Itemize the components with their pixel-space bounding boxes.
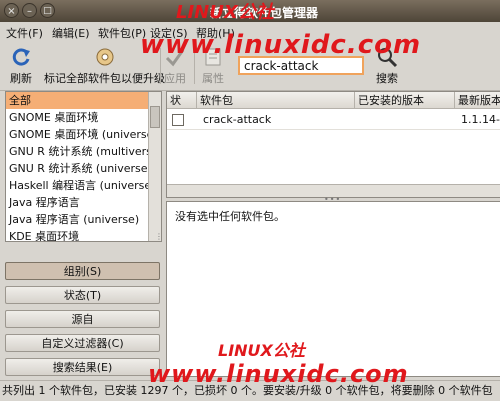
properties-label: 属性 [202,72,224,85]
package-checkbox[interactable] [172,114,184,126]
column-header-status[interactable]: 状 [167,92,197,109]
table-row[interactable]: crack-attack 1.1.14- [167,110,500,130]
pane-grip-icon[interactable]: ⋮ [155,232,164,241]
category-item[interactable]: GNOME 桌面环境 (universe) [6,126,149,143]
menu-package[interactable]: 软件包(P) [98,25,146,41]
upgrade-package-icon [96,48,113,66]
category-item[interactable]: GNU R 统计系统 (universe) [6,160,149,177]
search-results-button[interactable]: 搜索结果(E) [5,358,160,376]
category-item-all[interactable]: 全部 [6,92,149,109]
refresh-icon [12,48,30,66]
search-label: 搜索 [376,72,398,85]
category-item[interactable]: Haskell 编程语言 (universe) [6,177,149,194]
maximize-window-button[interactable]: □ [40,3,55,18]
category-item[interactable]: GNOME 桌面环境 [6,109,149,126]
reload-button[interactable]: 刷新 [10,46,32,86]
installed-version-cell [358,110,361,129]
package-name-cell: crack-attack [203,113,272,126]
scrollbar-thumb[interactable] [150,106,160,128]
sections-filter-button[interactable]: 组别(S) [5,262,160,280]
reload-label: 刷新 [10,72,32,85]
column-header-latest-version[interactable]: 最新版本 [455,92,500,109]
mark-all-upgrades-label: 标记全部软件包以便升级 [44,72,165,85]
no-package-selected-text: 没有选中任何软件包。 [175,210,285,223]
apply-label: 应用 [164,72,186,85]
latest-version-cell: 1.1.14- [461,113,500,126]
category-item[interactable]: KDE 桌面环境 [6,228,149,241]
custom-filter-button[interactable]: 自定义过滤器(C) [5,334,160,352]
category-scrollbar[interactable] [148,92,161,241]
category-item[interactable]: Java 程序语言 (universe) [6,211,149,228]
menu-file[interactable]: 文件(F) [6,25,43,41]
category-list: 全部 GNOME 桌面环境 GNOME 桌面环境 (universe) GNU … [5,91,162,242]
column-header-installed-version[interactable]: 已安装的版本 [355,92,455,109]
origin-filter-button[interactable]: 源自 [5,310,160,328]
column-header-package[interactable]: 软件包 [197,92,355,109]
package-details-panel: 没有选中任何软件包。 [166,201,500,377]
category-item[interactable]: Java 程序语言 [6,194,149,211]
watermark-url: www.linuxidc.com [140,30,422,60]
package-table: 状 软件包 已安装的版本 最新版本 crack-attack 1.1.14- [166,91,500,198]
category-item[interactable]: GNU R 统计系统 (multiverse) [6,143,149,160]
status-filter-button[interactable]: 状态(T) [5,286,160,304]
watermark-brand: LINUX公社 [176,2,274,23]
menu-edit[interactable]: 编辑(E) [52,25,90,41]
minimize-window-button[interactable]: – [22,3,37,18]
watermark-brand: LINUX公社 [218,341,305,360]
close-window-button[interactable]: × [4,3,19,18]
watermark-url: www.linuxidc.com [148,360,409,388]
